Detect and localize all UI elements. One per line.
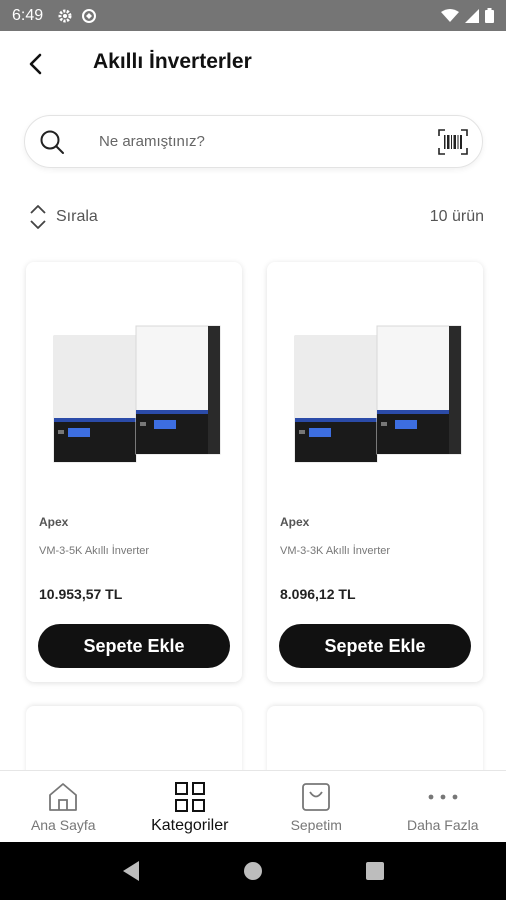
add-to-cart-button[interactable]: Sepete Ekle [279,624,471,668]
sort-button[interactable]: Sırala [28,203,98,231]
nav-label: Daha Fazla [406,817,479,833]
product-brand: Apex [280,515,310,529]
grid-icon [174,782,205,812]
system-back-icon[interactable] [121,860,141,882]
nav-categories[interactable]: Kategoriler [127,771,254,842]
app-header: Akıllı İnverterler [0,31,506,95]
product-card[interactable]: Apex VM-3-5K Akıllı İnverter 10.953,57 T… [26,262,242,682]
sort-row: Sırala 10 ürün [28,202,484,232]
settings-gear-icon [58,9,72,22]
product-image [53,325,221,463]
product-price: 8.096,12 TL [280,586,356,602]
wifi-icon [441,8,459,22]
product-card[interactable]: Apex VM-3-3K Akıllı İnverter 8.096,12 TL… [267,262,483,682]
nav-label: Sepetim [290,817,342,833]
shopping-bag-icon [302,783,331,811]
chevron-left-icon [29,53,42,75]
product-card[interactable] [26,706,242,776]
product-brand: Apex [39,515,69,529]
search-icon [40,130,64,154]
sort-label: Sırala [56,208,98,225]
barcode-scan-icon[interactable] [438,129,468,155]
nav-label: Kategoriler [151,817,229,834]
sort-arrows-icon [30,205,46,229]
signal-icon [465,8,479,23]
product-card[interactable] [267,706,483,776]
system-recents-icon[interactable] [365,861,385,881]
data-saver-icon [82,8,97,23]
product-count: 10 ürün [429,208,484,225]
nav-cart[interactable]: Sepetim [253,771,380,842]
back-button[interactable] [22,51,48,77]
product-name[interactable]: VM-3-5K Akıllı İnverter [39,545,149,557]
page-title: Akıllı İnverterler [93,50,252,73]
status-bar: 6:49 [0,0,506,31]
system-nav-bar [0,842,506,900]
home-icon [49,783,78,811]
nav-more[interactable]: Daha Fazla [380,771,506,842]
product-price: 10.953,57 TL [39,586,123,602]
system-home-icon[interactable] [242,860,264,882]
product-name[interactable]: VM-3-3K Akıllı İnverter [280,545,390,557]
add-to-cart-button[interactable]: Sepete Ekle [38,624,230,668]
search-bar[interactable] [24,115,483,168]
nav-label: Ana Sayfa [30,817,96,833]
bottom-nav: Ana Sayfa Kategoriler Sepetim Daha Fazla [0,770,506,842]
search-input[interactable] [99,116,439,167]
battery-icon [485,8,494,23]
product-image [294,325,462,463]
status-time: 6:49 [12,6,44,24]
nav-home[interactable]: Ana Sayfa [0,771,127,842]
more-dots-icon [428,794,458,800]
